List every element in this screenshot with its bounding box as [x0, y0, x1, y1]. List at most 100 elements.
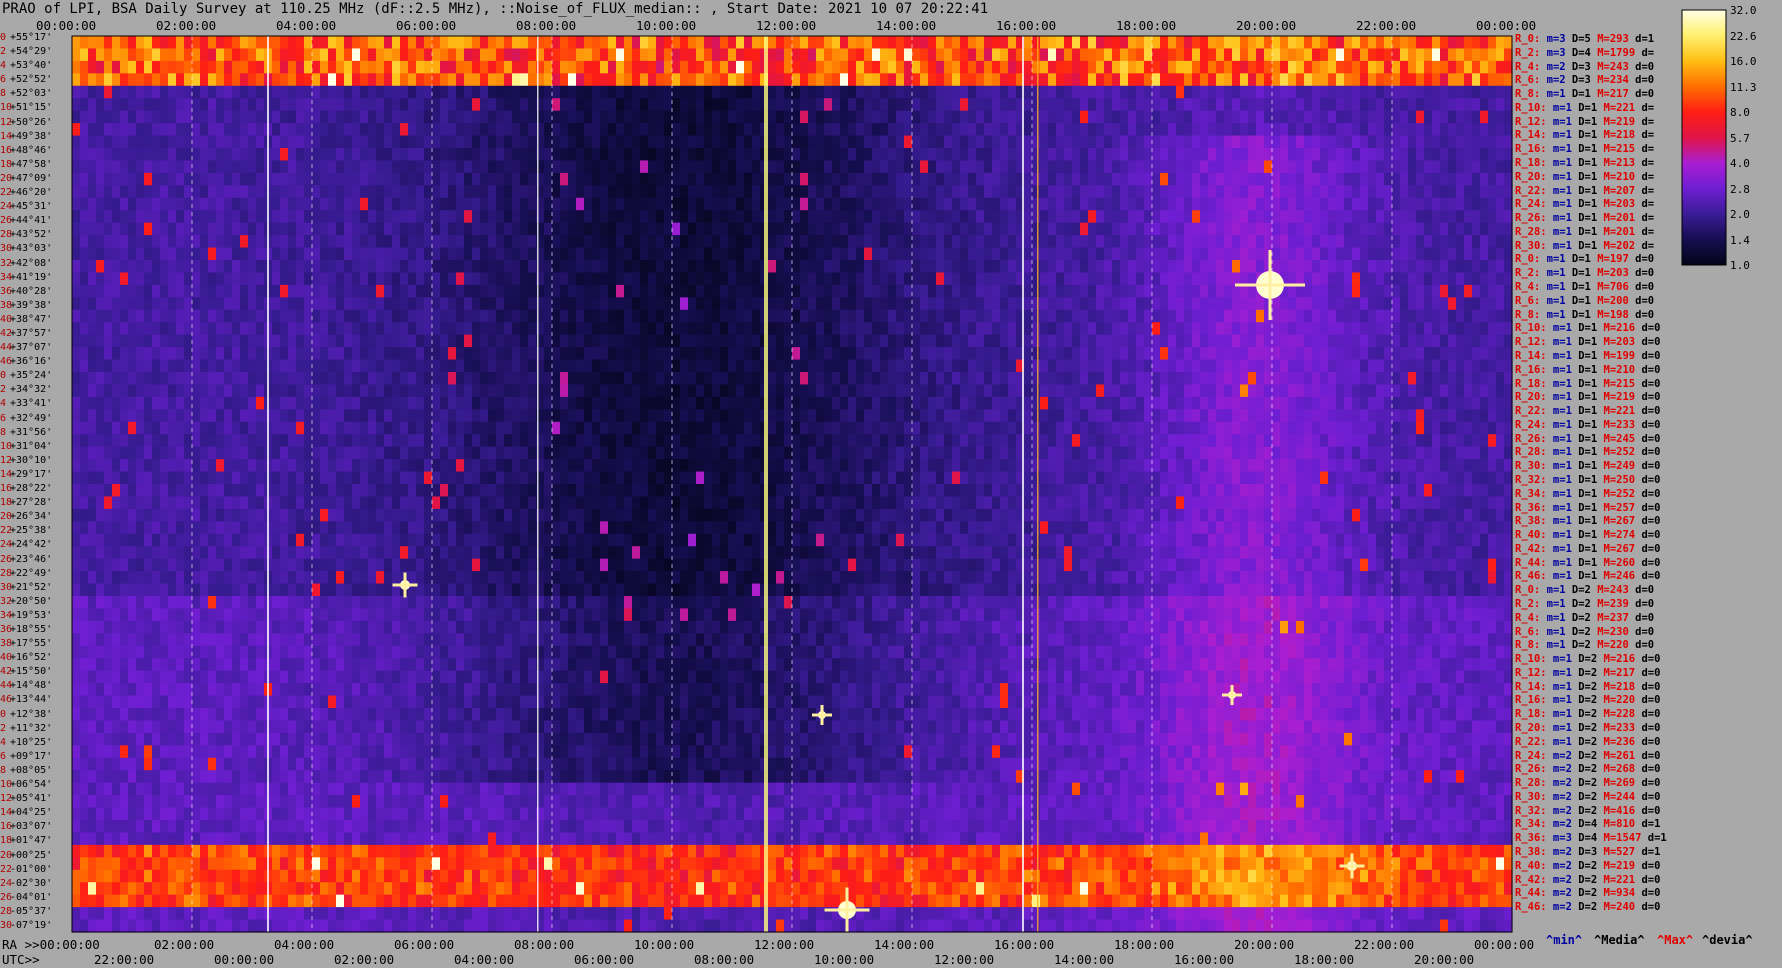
beam-stat-row: R_22: m=1 D=1 M=207 d= [1515, 184, 1655, 197]
beam-stat-row: R_20: m=1 D=2 M=233 d=0 [1515, 722, 1661, 734]
ra-tick: RA >>00:00:00 [2, 937, 100, 952]
interference-stripe [537, 36, 539, 932]
utc-tick: 10:00:00 [814, 952, 875, 967]
beam-stat-row: R_4: m=2 D=3 M=243 d=0 [1515, 60, 1655, 73]
ra-tick: 02:00:00 [154, 937, 215, 952]
beam-stat-row: R_38: m=1 D=1 M=267 d=0 [1515, 515, 1661, 528]
colorbar-tick: 4.0 [1730, 157, 1750, 170]
beam-stat-row: R_22: m=1 D=2 M=236 d=0 [1515, 735, 1661, 748]
beam-stat-row: R_20: m=1 D=1 M=210 d= [1515, 170, 1655, 183]
beam-stat-row: R_26: m=1 D=1 M=201 d= [1515, 212, 1655, 225]
beam-stat-row: R_16: m=1 D=2 M=220 d=0 [1515, 694, 1661, 707]
colorbar-tick: 32.0 [1730, 4, 1757, 17]
interference-stripe [1022, 36, 1024, 932]
beam-stat-row: R_44: m=1 D=1 M=260 d=0 [1515, 556, 1661, 569]
legend-min: ^min^ [1546, 933, 1583, 947]
beam-stat-row: R_24: m=2 D=2 M=261 d=0 [1515, 749, 1661, 762]
beam-stat-row: R_42: m=2 D=2 M=221 d=0 [1515, 873, 1661, 886]
utc-tick: UTC>> [2, 952, 40, 967]
beam-stat-row: R_2: m=3 D=4 M=1799 d= [1515, 46, 1655, 59]
ra-tick: 08:00:00 [514, 937, 575, 952]
beam-stat-row: R_18: m=1 D=2 M=228 d=0 [1515, 708, 1661, 721]
beam-stat-row: R_10: m=1 D=2 M=216 d=0 [1515, 653, 1661, 666]
interference-stripe [1037, 36, 1039, 932]
radio-source-cross [820, 705, 824, 725]
beam-stat-row: R_12: m=1 D=1 M=203 d=0 [1515, 336, 1661, 349]
ra-tick: 10:00:00 [634, 937, 695, 952]
beam-stat-row: R_34: m=2 D=4 M=810 d=1 [1515, 818, 1661, 831]
beam-stat-row: R_44: m=2 D=2 M=934 d=0 [1515, 887, 1661, 900]
beam-stat-row: R_14: m=1 D=2 M=218 d=0 [1515, 680, 1661, 693]
legend-deviation: ^devia^ [1702, 933, 1753, 947]
beam-stat-row: R_0: m=3 D=5 M=293 d=1 [1515, 33, 1655, 45]
beam-stat-row: R_14: m=1 D=1 M=199 d=0 [1515, 349, 1661, 362]
beam-stat-row: R_4: m=1 D=2 M=237 d=0 [1515, 611, 1655, 624]
radio-source-cross [1350, 853, 1354, 879]
beam-stat-row: R_32: m=2 D=2 M=416 d=0 [1515, 804, 1661, 817]
beam-stat-row: R_6: m=2 D=3 M=234 d=0 [1515, 74, 1655, 87]
beam-stat-row: R_40: m=2 D=2 M=219 d=0 [1515, 859, 1661, 872]
beam-stat-row: R_8: m=1 D=1 M=198 d=0 [1515, 308, 1655, 321]
utc-tick: 16:00:00 [1174, 952, 1235, 967]
legend-max: ^Max^ [1657, 933, 1694, 947]
radio-source-cross [1268, 250, 1272, 320]
beam-stat-row: R_2: m=1 D=1 M=203 d=0 [1515, 267, 1655, 280]
colorbar-tick: 2.0 [1730, 208, 1750, 221]
utc-tick: 08:00:00 [694, 952, 755, 967]
colorbar-tick: 2.8 [1730, 182, 1750, 196]
beam-stat-row: R_28: m=1 D=1 M=201 d= [1515, 225, 1655, 238]
beam-stat-row: R_10: m=1 D=1 M=221 d= [1515, 101, 1655, 114]
beam-stat-row: R_26: m=2 D=2 M=268 d=0 [1515, 763, 1661, 776]
ra-tick: 14:00:00 [874, 937, 935, 952]
beam-stat-row: R_32: m=1 D=1 M=250 d=0 [1515, 473, 1661, 486]
beam-stat-row: R_20: m=1 D=1 M=219 d=0 [1515, 391, 1661, 404]
beam-stat-row: R_0: m=1 D=2 M=243 d=0 [1515, 584, 1655, 597]
beam-stat-row: R_30: m=1 D=1 M=249 d=0 [1515, 460, 1661, 473]
beam-stat-row: R_4: m=1 D=1 M=706 d=0 [1515, 281, 1655, 294]
utc-tick: 18:00:00 [1294, 952, 1355, 967]
beam-stat-row: R_6: m=1 D=2 M=230 d=0 [1515, 625, 1655, 638]
utc-tick: 04:00:00 [454, 952, 515, 967]
beam-stat-row: R_46: m=1 D=1 M=246 d=0 [1515, 570, 1661, 583]
beam-stat-row: R_40: m=1 D=1 M=274 d=0 [1515, 529, 1661, 542]
beam-stat-row: R_22: m=1 D=1 M=221 d=0 [1515, 405, 1661, 418]
colorbar-tick: 5.7 [1730, 131, 1750, 145]
beam-stat-row: R_16: m=1 D=1 M=210 d=0 [1515, 363, 1661, 376]
beam-stat-row: R_16: m=1 D=1 M=215 d= [1515, 143, 1655, 156]
ra-tick: 06:00:00 [394, 937, 455, 952]
colorbar-tick: 1.4 [1730, 233, 1750, 247]
colorbar-tick: 11.3 [1730, 80, 1757, 94]
beam-stat-row: R_8: m=1 D=2 M=220 d=0 [1515, 639, 1655, 652]
beam-stat-row: R_28: m=2 D=2 M=269 d=0 [1515, 777, 1661, 790]
ra-tick: 16:00:00 [994, 937, 1055, 952]
ra-tick: 00:00:00 [1474, 937, 1535, 952]
beam-stat-row: R_46: m=2 D=2 M=240 d=0 [1515, 901, 1661, 914]
beam-stat-row: R_34: m=1 D=1 M=252 d=0 [1515, 487, 1661, 500]
radio-source-cross [845, 887, 849, 933]
beam-stat-row: R_38: m=2 D=3 M=527 d=1 [1515, 846, 1661, 859]
interference-stripe [764, 36, 768, 932]
beam-stat-row: R_14: m=1 D=1 M=218 d= [1515, 129, 1655, 142]
colorbar-tick: 22.6 [1730, 29, 1757, 43]
ra-tick: 20:00:00 [1234, 937, 1295, 952]
colorbar-tick: 8.0 [1730, 106, 1750, 119]
beam-stat-row: R_42: m=1 D=1 M=267 d=0 [1515, 542, 1661, 555]
beam-stat-row: R_6: m=1 D=1 M=200 d=0 [1515, 294, 1655, 307]
ra-tick: 22:00:00 [1354, 937, 1415, 952]
ra-tick: 04:00:00 [274, 937, 335, 952]
utc-tick: 00:00:00 [214, 952, 275, 967]
beam-stat-row: R_28: m=1 D=1 M=252 d=0 [1515, 446, 1661, 459]
beam-stat-row: R_12: m=1 D=1 M=219 d= [1515, 115, 1655, 128]
radio-source-cross [1230, 685, 1234, 705]
utc-tick: 22:00:00 [94, 952, 155, 967]
legend-median: ^Media^ [1594, 933, 1645, 947]
beam-stat-row: R_30: m=2 D=2 M=244 d=0 [1515, 790, 1661, 803]
ra-tick: 12:00:00 [754, 937, 815, 952]
beam-stat-row: R_18: m=1 D=1 M=215 d=0 [1515, 377, 1661, 390]
beam-stat-row: R_12: m=1 D=2 M=217 d=0 [1515, 666, 1661, 679]
beam-stat-row: R_26: m=1 D=1 M=245 d=0 [1515, 432, 1661, 445]
beam-stat-row: R_18: m=1 D=1 M=213 d= [1515, 157, 1655, 170]
beam-stat-row: R_8: m=1 D=1 M=217 d=0 [1515, 88, 1655, 101]
utc-tick: 20:00:00 [1414, 952, 1475, 967]
radio-source-cross [403, 572, 407, 598]
